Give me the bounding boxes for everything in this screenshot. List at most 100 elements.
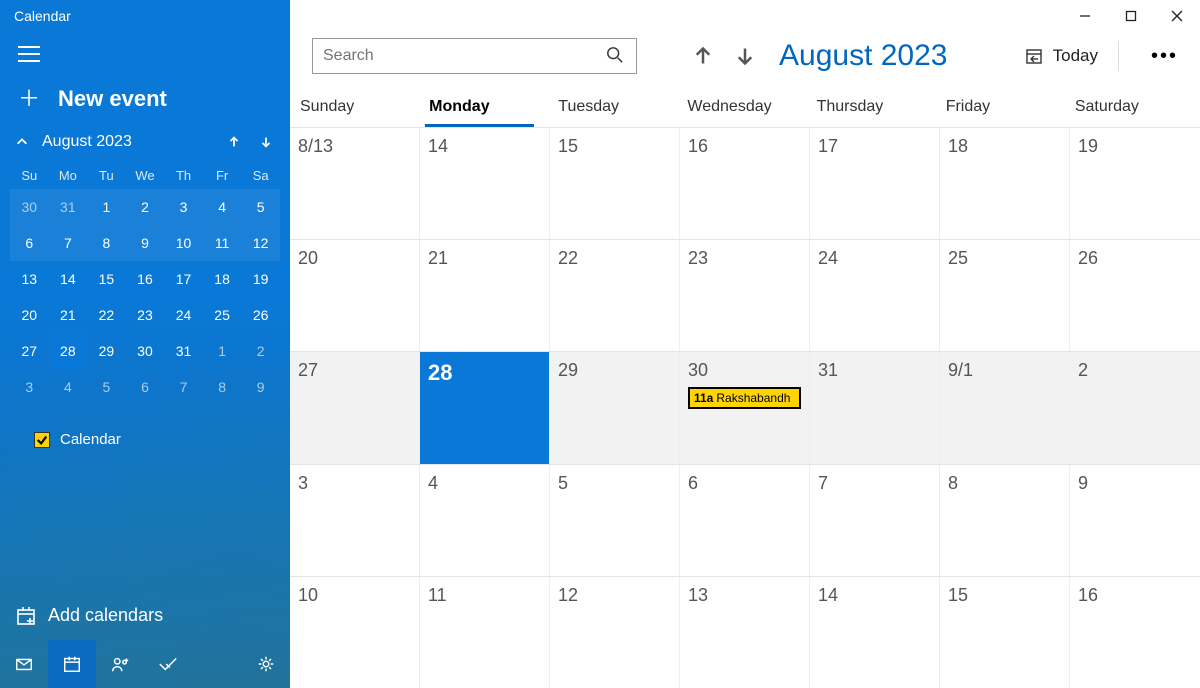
mini-day[interactable]: 12 [241, 225, 280, 261]
day-cell[interactable]: 16 [680, 127, 810, 239]
mail-icon[interactable] [0, 640, 48, 688]
calendar-toggle[interactable]: Calendar [0, 405, 290, 448]
mini-day[interactable]: 1 [87, 189, 126, 225]
mini-day[interactable]: 9 [241, 369, 280, 405]
mini-day[interactable]: 15 [87, 261, 126, 297]
mini-day[interactable]: 16 [126, 261, 165, 297]
day-cell[interactable]: 6 [680, 464, 810, 576]
mini-day[interactable]: 5 [241, 189, 280, 225]
day-cell[interactable]: 15 [940, 576, 1070, 688]
day-cell[interactable]: 14 [420, 127, 550, 239]
settings-icon[interactable] [242, 640, 290, 688]
mini-day[interactable]: 19 [241, 261, 280, 297]
mini-day[interactable]: 5 [87, 369, 126, 405]
mini-day[interactable]: 9 [126, 225, 165, 261]
todo-icon[interactable] [144, 640, 192, 688]
day-cell[interactable]: 15 [550, 127, 680, 239]
mini-day[interactable]: 25 [203, 297, 242, 333]
next-period-button[interactable] [735, 46, 755, 66]
day-cell[interactable]: 28 [420, 351, 550, 463]
day-cell[interactable]: 21 [420, 239, 550, 351]
prev-period-button[interactable] [693, 46, 713, 66]
people-icon[interactable] [96, 640, 144, 688]
day-cell[interactable]: 4 [420, 464, 550, 576]
dow-header[interactable]: Friday [942, 92, 1071, 127]
search-icon[interactable] [606, 46, 626, 66]
prev-month-button[interactable] [224, 132, 244, 152]
day-cell[interactable]: 14 [810, 576, 940, 688]
mini-day[interactable]: 21 [49, 297, 88, 333]
day-cell[interactable]: 22 [550, 239, 680, 351]
mini-day[interactable]: 8 [87, 225, 126, 261]
today-button[interactable]: Today [1025, 41, 1119, 71]
mini-day[interactable]: 20 [10, 297, 49, 333]
calendar-event[interactable]: 11aRakshabandh [688, 387, 801, 409]
mini-day[interactable]: 2 [241, 333, 280, 369]
mini-day[interactable]: 23 [126, 297, 165, 333]
calendar-icon[interactable] [48, 640, 96, 688]
mini-day[interactable]: 22 [87, 297, 126, 333]
day-cell[interactable]: 3 [290, 464, 420, 576]
day-cell[interactable]: 10 [290, 576, 420, 688]
day-cell[interactable]: 27 [290, 351, 420, 463]
mini-day[interactable]: 17 [164, 261, 203, 297]
day-cell[interactable]: 13 [680, 576, 810, 688]
collapse-icon[interactable] [14, 134, 30, 150]
dow-header[interactable]: Monday [425, 92, 534, 127]
mini-month-label[interactable]: August 2023 [42, 133, 212, 151]
mini-day[interactable]: 3 [164, 189, 203, 225]
day-cell[interactable]: 17 [810, 127, 940, 239]
mini-day[interactable]: 28 [49, 333, 88, 369]
mini-day[interactable]: 7 [164, 369, 203, 405]
day-cell[interactable]: 12 [550, 576, 680, 688]
day-cell[interactable]: 23 [680, 239, 810, 351]
search-input[interactable] [323, 47, 606, 65]
day-cell[interactable]: 29 [550, 351, 680, 463]
mini-day[interactable]: 11 [203, 225, 242, 261]
mini-day[interactable]: 13 [10, 261, 49, 297]
hamburger-button[interactable] [0, 30, 290, 72]
mini-day[interactable]: 26 [241, 297, 280, 333]
add-calendars-button[interactable]: Add calendars [0, 605, 290, 640]
day-cell[interactable]: 8 [940, 464, 1070, 576]
day-cell[interactable]: 11 [420, 576, 550, 688]
mini-day[interactable]: 7 [49, 225, 88, 261]
mini-day[interactable]: 2 [126, 189, 165, 225]
day-cell[interactable]: 2 [1070, 351, 1200, 463]
day-cell[interactable]: 24 [810, 239, 940, 351]
mini-day[interactable]: 1 [203, 333, 242, 369]
maximize-button[interactable] [1108, 0, 1154, 32]
mini-day[interactable]: 6 [10, 225, 49, 261]
day-cell[interactable]: 25 [940, 239, 1070, 351]
mini-day[interactable]: 4 [203, 189, 242, 225]
search-box[interactable] [312, 38, 637, 74]
mini-day[interactable]: 29 [87, 333, 126, 369]
mini-day[interactable]: 31 [164, 333, 203, 369]
day-cell[interactable]: 19 [1070, 127, 1200, 239]
mini-day[interactable]: 14 [49, 261, 88, 297]
day-cell[interactable]: 18 [940, 127, 1070, 239]
mini-day[interactable]: 18 [203, 261, 242, 297]
dow-header[interactable]: Wednesday [683, 92, 812, 127]
mini-day[interactable]: 24 [164, 297, 203, 333]
dow-header[interactable]: Thursday [813, 92, 942, 127]
mini-day[interactable]: 27 [10, 333, 49, 369]
day-cell[interactable]: 9/1 [940, 351, 1070, 463]
day-cell[interactable]: 16 [1070, 576, 1200, 688]
mini-day[interactable]: 8 [203, 369, 242, 405]
day-cell[interactable]: 9 [1070, 464, 1200, 576]
next-month-button[interactable] [256, 132, 276, 152]
mini-day[interactable]: 30 [126, 333, 165, 369]
current-month-label[interactable]: August 2023 [779, 39, 947, 73]
dow-header[interactable]: Tuesday [554, 92, 683, 127]
more-button[interactable]: ••• [1137, 45, 1178, 68]
day-cell[interactable]: 7 [810, 464, 940, 576]
dow-header[interactable]: Sunday [296, 92, 425, 127]
mini-day[interactable]: 10 [164, 225, 203, 261]
mini-day[interactable]: 31 [49, 189, 88, 225]
mini-day[interactable]: 30 [10, 189, 49, 225]
mini-day[interactable]: 3 [10, 369, 49, 405]
day-cell[interactable]: 31 [810, 351, 940, 463]
new-event-button[interactable]: ＋ New event [0, 72, 290, 132]
day-cell[interactable]: 8/13 [290, 127, 420, 239]
